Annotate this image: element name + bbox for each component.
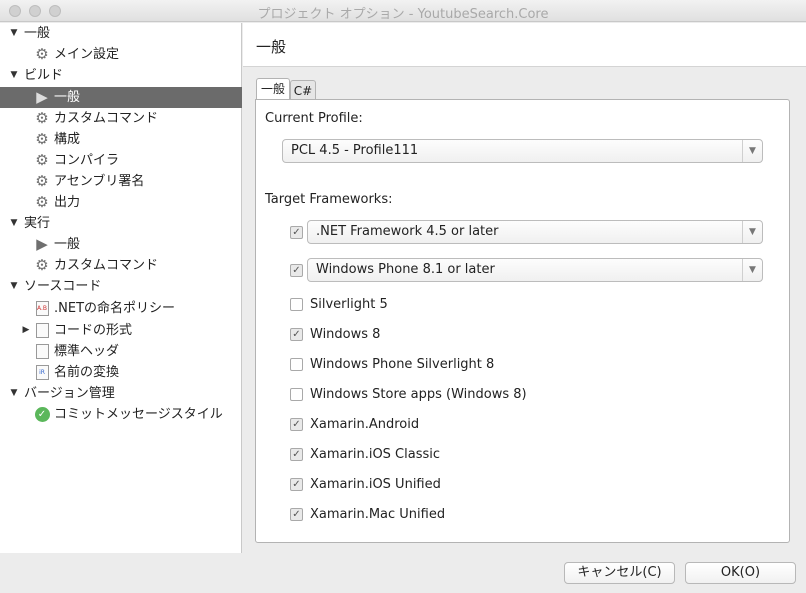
framework-label: Xamarin.Mac Unified — [310, 507, 446, 522]
framework-net-value: .NET Framework 4.5 or later — [316, 224, 499, 239]
tree-item-output[interactable]: ⚙ 出力 — [0, 192, 242, 213]
framework-label: Xamarin.iOS Classic — [310, 447, 441, 462]
tree-label: コードの形式 — [54, 323, 133, 338]
tree-category-version-control[interactable]: ▼ バージョン管理 — [0, 383, 242, 404]
tree-label: 一般 — [54, 90, 81, 105]
tree-category-build[interactable]: ▼ ビルド — [0, 65, 242, 86]
expand-arrow-icon[interactable]: ▼ — [8, 213, 20, 234]
framework-wp-select[interactable]: Windows Phone 8.1 or later ▼ — [307, 258, 763, 282]
current-profile-value: PCL 4.5 - Profile111 — [291, 143, 419, 158]
tree-label: 一般 — [24, 26, 51, 41]
rename-icon: iR — [34, 364, 50, 380]
naming-policy-icon-glyph: A.B — [35, 300, 49, 316]
gear-icon: ⚙ — [35, 172, 49, 190]
play-icon: ▶ — [36, 88, 48, 106]
tree-label: カスタムコマンド — [54, 111, 159, 126]
document-icon — [34, 322, 50, 338]
framework-label: Xamarin.Android — [310, 417, 420, 432]
tree-category-general[interactable]: ▼ 一般 — [0, 23, 242, 44]
tree-label: カスタムコマンド — [54, 258, 159, 273]
tree-label: メイン設定 — [54, 47, 120, 62]
framework-label: Windows 8 — [310, 327, 381, 342]
tree-category-source-code[interactable]: ▼ ソースコード — [0, 276, 242, 297]
current-profile-select[interactable]: PCL 4.5 - Profile111 ▼ — [282, 139, 763, 163]
collapse-arrow-icon[interactable]: ▶ — [20, 320, 32, 341]
framework-wp-checkbox[interactable]: ✓ — [290, 264, 303, 277]
framework-checkbox[interactable]: ✓ — [290, 418, 303, 431]
rename-icon-glyph: iR — [35, 364, 49, 380]
tree-item-run-general[interactable]: ▶ 一般 — [0, 234, 242, 255]
framework-label: Windows Store apps (Windows 8) — [310, 387, 527, 402]
tree-label: .NETの命名ポリシー — [54, 301, 176, 316]
tab-csharp[interactable]: C# — [290, 80, 316, 100]
tree-label: 実行 — [24, 216, 51, 231]
framework-checkbox[interactable]: ✓ — [290, 478, 303, 491]
play-icon: ▶ — [36, 235, 48, 253]
framework-wp-value: Windows Phone 8.1 or later — [316, 262, 495, 277]
naming-policy-icon: A.B — [34, 300, 50, 316]
tree-item-configurations[interactable]: ⚙ 構成 — [0, 129, 242, 150]
framework-net-checkbox[interactable]: ✓ — [290, 226, 303, 239]
expand-arrow-icon[interactable]: ▼ — [8, 23, 20, 44]
framework-label: Silverlight 5 — [310, 297, 388, 312]
options-sidebar: ▼ 一般 ⚙ メイン設定 ▼ ビルド ▶ 一般 ⚙ カスタムコマンド ⚙ 構成 … — [0, 23, 242, 553]
gear-icon: ⚙ — [35, 256, 49, 274]
tree-label: 名前の変換 — [54, 365, 120, 380]
tree-item-name-conversion[interactable]: iR 名前の変換 — [0, 362, 242, 383]
framework-label: Xamarin.iOS Unified — [310, 477, 441, 492]
tree-item-custom-commands[interactable]: ⚙ カスタムコマンド — [0, 108, 242, 129]
expand-arrow-icon[interactable]: ▼ — [8, 276, 20, 297]
tree-item-standard-header[interactable]: 標準ヘッダ — [0, 341, 242, 362]
window-title: プロジェクト オプション - YoutubeSearch.Core — [257, 7, 549, 22]
window-titlebar: プロジェクト オプション - YoutubeSearch.Core — [0, 0, 806, 22]
tree-label: アセンブリ署名 — [54, 174, 145, 189]
framework-net-select[interactable]: .NET Framework 4.5 or later ▼ — [307, 220, 763, 244]
tree-category-run[interactable]: ▼ 実行 — [0, 213, 242, 234]
chevron-down-icon[interactable]: ▼ — [742, 140, 762, 162]
gear-icon: ⚙ — [35, 109, 49, 127]
tree-item-commit-message-style[interactable]: ✓ コミットメッセージスタイル — [0, 404, 242, 425]
tree-item-assembly-signing[interactable]: ⚙ アセンブリ署名 — [0, 171, 242, 192]
tree-label: 一般 — [54, 237, 81, 252]
tab-general[interactable]: 一般 — [256, 78, 290, 100]
tree-label: ビルド — [24, 68, 64, 83]
framework-checkbox[interactable]: ✓ — [290, 328, 303, 341]
tree-label: バージョン管理 — [24, 386, 115, 401]
tree-label: 標準ヘッダ — [54, 344, 120, 359]
tree-label: コミットメッセージスタイル — [54, 407, 223, 422]
expand-arrow-icon[interactable]: ▼ — [8, 65, 20, 86]
framework-checkbox[interactable]: ✓ — [290, 508, 303, 521]
tree-item-naming-policy[interactable]: A.B .NETの命名ポリシー — [0, 298, 242, 319]
ok-button[interactable]: OK(O) — [685, 562, 796, 584]
gear-icon: ⚙ — [35, 45, 49, 63]
tree-item-build-general[interactable]: ▶ 一般 — [0, 87, 242, 108]
tree-item-run-custom-commands[interactable]: ⚙ カスタムコマンド — [0, 255, 242, 276]
framework-label: Windows Phone Silverlight 8 — [310, 357, 495, 372]
tree-label: 構成 — [54, 132, 81, 147]
gear-icon: ⚙ — [35, 130, 49, 148]
framework-checkbox[interactable]: ✓ — [290, 448, 303, 461]
tree-item-compiler[interactable]: ⚙ コンパイラ — [0, 150, 242, 171]
framework-checkbox[interactable] — [290, 298, 303, 311]
expand-arrow-icon[interactable]: ▼ — [8, 383, 20, 404]
tree-label: 出力 — [54, 195, 81, 210]
tree-label: ソースコード — [24, 279, 102, 294]
page-title: 一般 — [256, 38, 287, 56]
current-profile-label: Current Profile: — [265, 111, 363, 126]
chevron-down-icon[interactable]: ▼ — [742, 259, 762, 281]
framework-checkbox[interactable] — [290, 388, 303, 401]
document-icon — [34, 343, 50, 359]
tree-item-main-settings[interactable]: ⚙ メイン設定 — [0, 44, 242, 65]
panel-header: 一般 — [243, 23, 806, 67]
target-frameworks-label: Target Frameworks: — [265, 192, 393, 207]
framework-checkbox[interactable] — [290, 358, 303, 371]
tree-label: コンパイラ — [54, 153, 120, 168]
tree-item-code-formatting[interactable]: ▶ コードの形式 — [0, 320, 242, 341]
chevron-down-icon[interactable]: ▼ — [742, 221, 762, 243]
gear-icon: ⚙ — [35, 193, 49, 211]
cancel-button[interactable]: キャンセル(C) — [564, 562, 675, 584]
check-circle-icon: ✓ — [34, 406, 50, 422]
gear-icon: ⚙ — [35, 151, 49, 169]
